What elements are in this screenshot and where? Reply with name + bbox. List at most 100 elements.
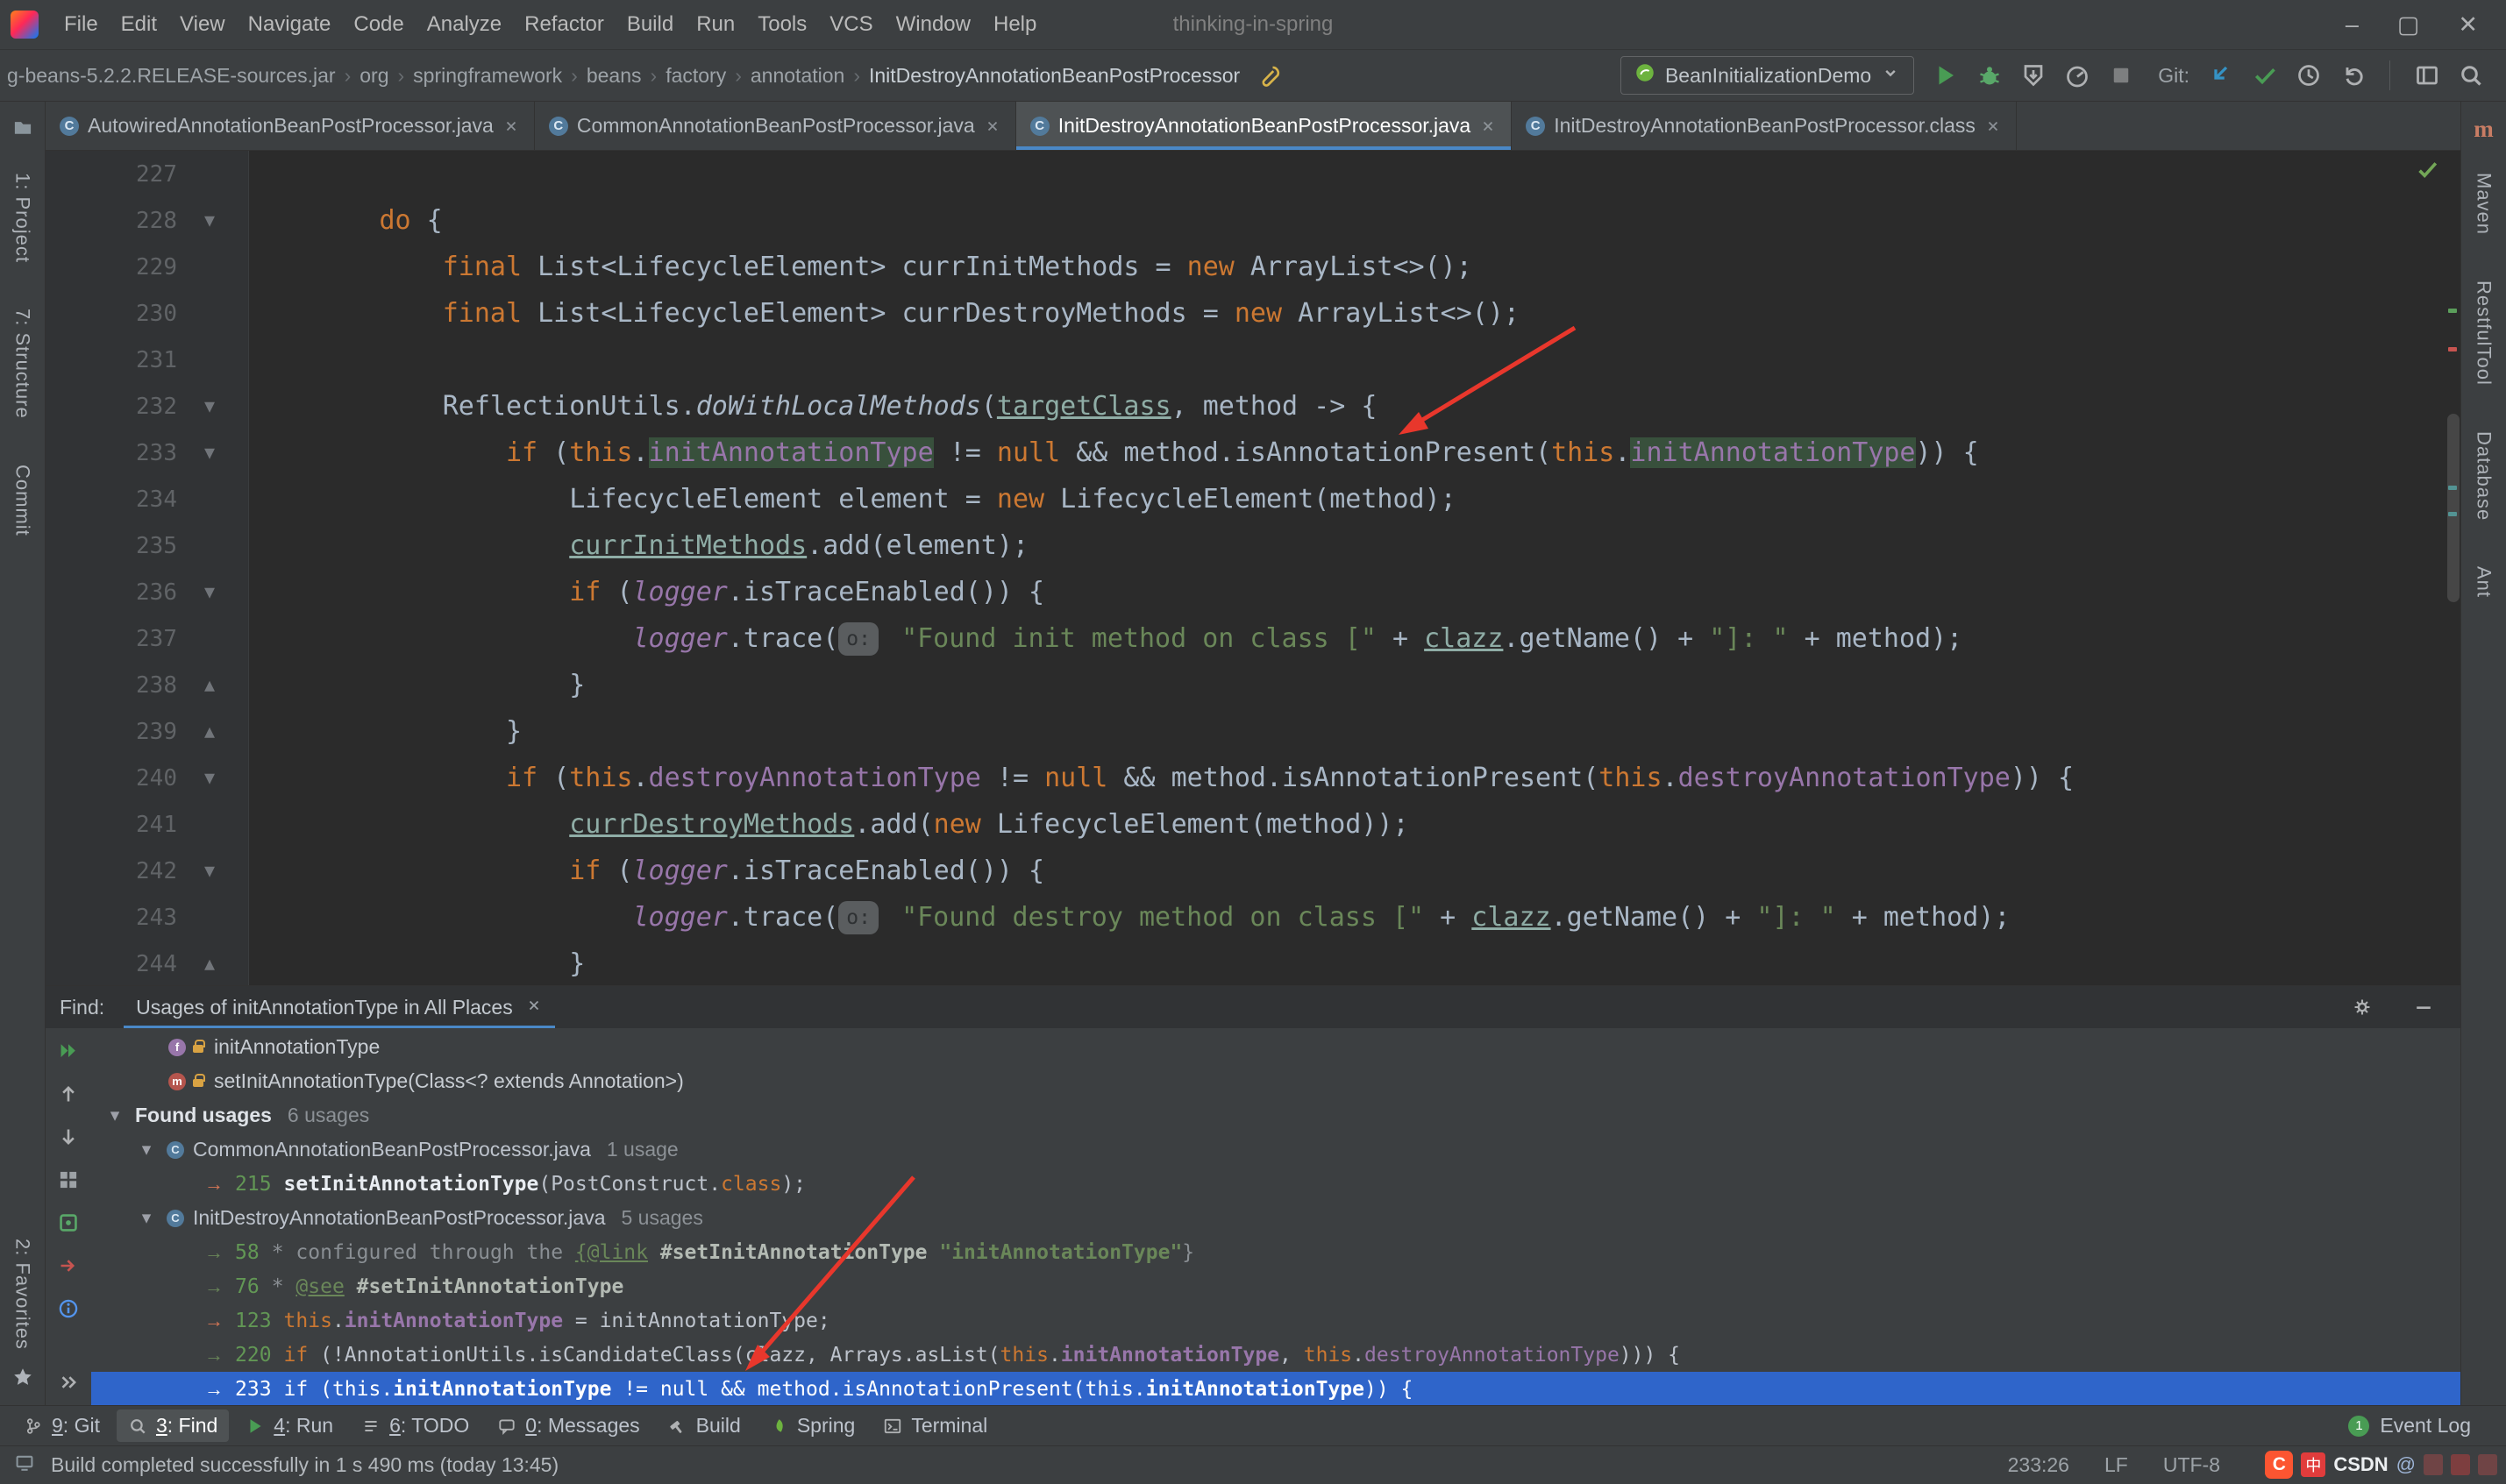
stripe-button-commit[interactable]: Commit [11, 465, 34, 536]
toolwindow-button-build[interactable]: Build [657, 1409, 752, 1442]
fold-icon[interactable]: ▾ [177, 579, 242, 605]
menu-refactor[interactable]: Refactor [513, 6, 616, 43]
minimize-window-button[interactable]: – [2346, 11, 2359, 39]
run-config-selector[interactable]: BeanInitializationDemo [1620, 56, 1914, 95]
breadcrumb-item[interactable]: annotation [751, 64, 844, 88]
find-row[interactable]: →220if (!AnnotationUtils.isCandidateClas… [91, 1338, 2460, 1372]
stripe-button-project[interactable]: 1: Project [11, 173, 34, 263]
toolwindow-button-spring[interactable]: Spring [758, 1409, 866, 1442]
fold-icon[interactable]: ▾ [177, 208, 242, 233]
play-button[interactable] [1926, 57, 1965, 94]
menu-navigate[interactable]: Navigate [237, 6, 343, 43]
minimize-button[interactable] [2404, 989, 2443, 1026]
jump-button[interactable] [53, 1252, 84, 1280]
editor[interactable]: 227228▾229230231232▾233▾234235236▾237238… [46, 151, 2460, 985]
stripe-button-ant[interactable]: Ant [2473, 566, 2495, 598]
menu-help[interactable]: Help [982, 6, 1048, 43]
event-log-widget[interactable]: 1 Event Log [2348, 1414, 2494, 1438]
chevron-down-icon[interactable]: ▾ [135, 1139, 158, 1161]
editor-tab[interactable]: CInitDestroyAnnotationBeanPostProcessor.… [1512, 102, 2017, 150]
fold-icon[interactable]: ▾ [177, 858, 242, 884]
menu-build[interactable]: Build [616, 6, 685, 43]
find-row[interactable]: finitAnnotationType [91, 1030, 2460, 1064]
update-button[interactable] [2202, 57, 2240, 94]
close-tab-icon[interactable] [502, 117, 520, 135]
fold-icon[interactable]: ▴ [177, 672, 242, 698]
maximize-window-button[interactable]: ▢ [2397, 11, 2420, 39]
fold-icon[interactable]: ▴ [177, 951, 242, 976]
find-row[interactable]: ▾Found usages6 usages [91, 1098, 2460, 1133]
favorites-star-icon[interactable] [11, 1366, 34, 1393]
gear-button[interactable] [2343, 989, 2381, 1026]
commit-button[interactable] [2246, 57, 2284, 94]
debug-button[interactable] [1970, 57, 2009, 94]
search-button[interactable] [2452, 57, 2490, 94]
find-row[interactable]: ▾CInitDestroyAnnotationBeanPostProcessor… [91, 1201, 2460, 1235]
stripe-button-favorites[interactable]: 2: Favorites [11, 1239, 34, 1350]
menu-run[interactable]: Run [685, 6, 746, 43]
chevron-down-icon[interactable]: ▾ [135, 1207, 158, 1229]
find-results-tab[interactable]: Usages of initAnnotationType in All Plac… [124, 986, 555, 1028]
stop-button[interactable] [2102, 57, 2140, 94]
find-row[interactable]: →58* configured through the {@link #setI… [91, 1235, 2460, 1269]
menu-window[interactable]: Window [885, 6, 982, 43]
editor-code[interactable]: do { final List<LifecycleElement> currIn… [249, 151, 2460, 985]
toolwindow-button-terminal[interactable]: Terminal [872, 1409, 999, 1442]
menu-view[interactable]: View [168, 6, 237, 43]
fold-icon[interactable]: ▴ [177, 719, 242, 744]
coverage-button[interactable] [2014, 57, 2053, 94]
line-ending[interactable]: LF [2104, 1453, 2128, 1477]
editor-tab[interactable]: CAutowiredAnnotationBeanPostProcessor.ja… [46, 102, 535, 150]
breadcrumb-item[interactable]: springframework [413, 64, 562, 88]
close-tab-icon[interactable] [1984, 117, 2002, 135]
close-tab-icon[interactable] [1479, 117, 1497, 135]
file-encoding[interactable]: UTF-8 [2163, 1453, 2220, 1477]
stripe-button-structure[interactable]: 7: Structure [11, 309, 34, 419]
toolwindow-button-find[interactable]: 3: Find [117, 1409, 229, 1442]
toolwindow-toggle-icon[interactable] [14, 1452, 35, 1479]
find-row[interactable]: →123this.initAnnotationType = initAnnota… [91, 1303, 2460, 1338]
history-button[interactable] [2289, 57, 2328, 94]
revert-button[interactable] [2333, 57, 2372, 94]
more-button[interactable] [53, 1368, 84, 1396]
find-row[interactable]: →233if (this.initAnnotationType != null … [91, 1372, 2460, 1405]
toolwindow-button-todo[interactable]: 6: TODO [350, 1409, 481, 1442]
rerun-button[interactable] [53, 1037, 84, 1065]
caret-position[interactable]: 233:26 [2008, 1453, 2069, 1477]
editor-tab[interactable]: CCommonAnnotationBeanPostProcessor.java [535, 102, 1016, 150]
toolwindow-button-run[interactable]: 4: Run [234, 1409, 345, 1442]
menu-vcs[interactable]: VCS [818, 6, 884, 43]
info-button[interactable] [53, 1295, 84, 1323]
error-stripe[interactable] [2445, 151, 2460, 985]
pin-button[interactable] [53, 1209, 84, 1237]
menu-tools[interactable]: Tools [746, 6, 818, 43]
breadcrumb-item[interactable]: factory [666, 64, 726, 88]
find-row[interactable]: ▾CCommonAnnotationBeanPostProcessor.java… [91, 1133, 2460, 1167]
stripe-button-database[interactable]: Database [2473, 431, 2495, 521]
chevron-down-icon[interactable]: ▾ [103, 1104, 126, 1126]
scrollbar-thumb[interactable] [2447, 414, 2460, 602]
fold-icon[interactable]: ▾ [177, 440, 242, 465]
breadcrumb-item[interactable]: g-beans-5.2.2.RELEASE-sources.jar [7, 64, 336, 88]
stripe-button-restfultool[interactable]: RestfulTool [2473, 280, 2495, 386]
project-folder-icon[interactable] [11, 116, 34, 143]
maven-icon[interactable]: m [2474, 116, 2494, 143]
menu-analyze[interactable]: Analyze [416, 6, 513, 43]
fold-icon[interactable]: ▾ [177, 394, 242, 419]
prev-button[interactable] [53, 1080, 84, 1108]
toolwindow-button-messages[interactable]: 0: Messages [486, 1409, 651, 1442]
menu-code[interactable]: Code [342, 6, 415, 43]
close-find-tab-icon[interactable] [525, 996, 543, 1019]
layout-button[interactable] [2408, 57, 2446, 94]
find-row[interactable]: msetInitAnnotationType(Class<? extends A… [91, 1064, 2460, 1098]
breadcrumb-item[interactable]: org [360, 64, 388, 88]
editor-tab[interactable]: CInitDestroyAnnotationBeanPostProcessor.… [1016, 102, 1513, 150]
fold-icon[interactable]: ▾ [177, 765, 242, 791]
breadcrumb-item[interactable]: beans [587, 64, 642, 88]
close-window-button[interactable]: ✕ [2458, 11, 2478, 39]
find-row[interactable]: →76* @see #setInitAnnotationType [91, 1269, 2460, 1303]
find-row[interactable]: →215setInitAnnotationType(PostConstruct.… [91, 1167, 2460, 1201]
breadcrumb-item[interactable]: InitDestroyAnnotationBeanPostProcessor [869, 64, 1240, 88]
menu-file[interactable]: File [53, 6, 110, 43]
menu-edit[interactable]: Edit [110, 6, 168, 43]
